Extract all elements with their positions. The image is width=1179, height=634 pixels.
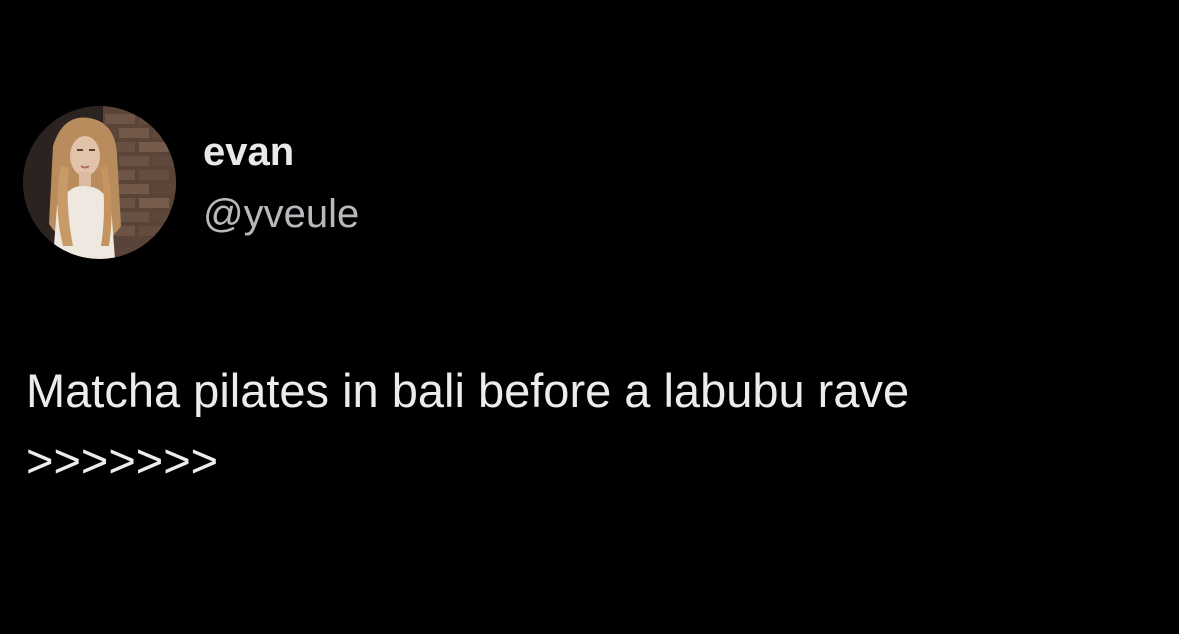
- author-display-name[interactable]: evan: [203, 128, 294, 176]
- tweet-card: evan @yveule Matcha pilates in bali befo…: [0, 0, 1179, 634]
- tweet-text-line: Matcha pilates in bali before a labubu r…: [26, 364, 910, 417]
- profile-photo-icon: [23, 106, 176, 259]
- avatar[interactable]: [23, 106, 176, 259]
- tweet-text-line: >>>>>>>: [26, 434, 219, 487]
- author-handle[interactable]: @yveule: [203, 190, 359, 238]
- tweet-text: Matcha pilates in bali before a labubu r…: [26, 356, 1156, 496]
